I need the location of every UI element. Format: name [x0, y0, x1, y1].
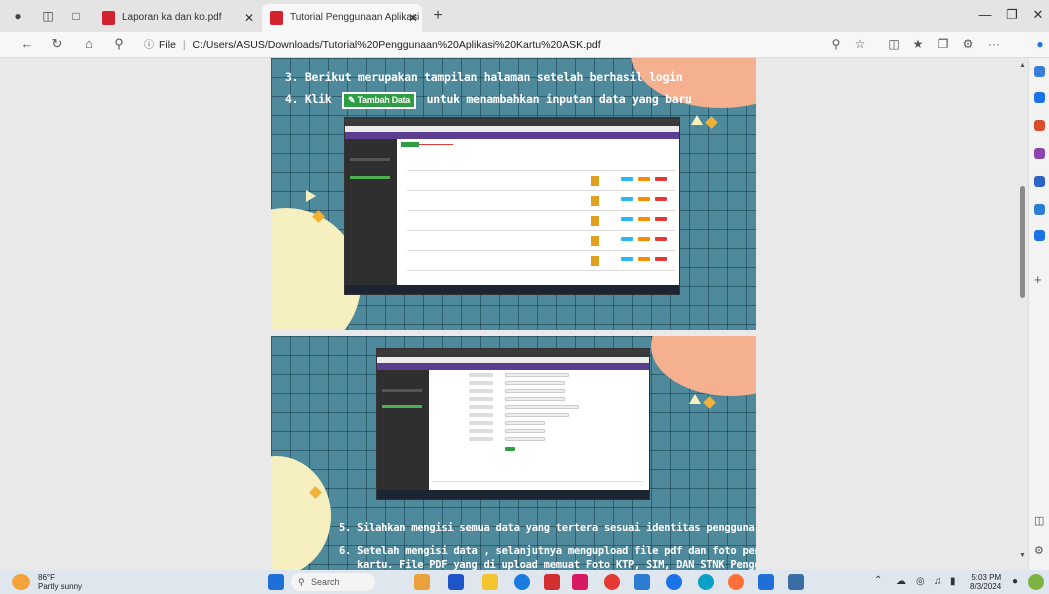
pdf-viewer[interactable]: 3. Berikut merupakan tampilan halaman se… — [0, 58, 1028, 570]
decor-blob — [651, 336, 756, 396]
workspaces-icon[interactable]: ◫ — [40, 8, 56, 24]
embedded-screenshot-table — [344, 117, 680, 295]
sidebar-panel: + ◫ ⚙ — [1028, 58, 1049, 570]
battery-icon[interactable]: ▮ — [950, 576, 956, 587]
favorites-icon[interactable]: ★ — [910, 37, 926, 51]
new-tab-button[interactable]: + — [430, 8, 446, 24]
office-icon[interactable] — [1034, 176, 1045, 187]
task-view-icon[interactable] — [448, 574, 464, 590]
restore-icon[interactable]: ❐ — [1003, 7, 1021, 23]
back-icon[interactable]: ← — [18, 36, 36, 51]
decor-shape — [705, 116, 718, 129]
tambah-data-button-image: ✎ Tambah Data — [342, 92, 416, 109]
decor-shape — [306, 190, 316, 202]
vertical-scrollbar[interactable]: ▲ ▼ — [1016, 58, 1028, 570]
address-bar: ← ↻ ⌂ ⚲ ⓘ File | C:/Users/ASUS/Downloads… — [0, 32, 1049, 58]
pdf-icon — [270, 11, 283, 25]
file-explorer-icon[interactable] — [482, 574, 498, 590]
settings-icon[interactable]: ⚙ — [1034, 544, 1044, 557]
step-6-text: 6. Setelah mengisi data , selanjutnya me… — [339, 545, 756, 557]
copilot-icon[interactable]: ● — [1032, 37, 1048, 51]
step-4-text: 4. Klik ✎ Tambah Data untuk menambahkan … — [285, 92, 692, 109]
send-icon[interactable] — [1034, 230, 1045, 241]
weather-widget[interactable]: 86°F Partly sunny — [38, 573, 82, 591]
decor-shape — [689, 394, 701, 404]
outlook-icon[interactable] — [1034, 204, 1045, 215]
browser-tab-bar: ● ◫ □ Laporan ka dan ko.pdf ✕ Tutorial P… — [0, 0, 1049, 32]
close-tab-icon[interactable]: ✕ — [408, 4, 418, 32]
shopping-icon[interactable] — [1034, 92, 1045, 103]
search-icon: ⚲ — [298, 577, 305, 587]
tab-title: Tutorial Penggunaan Aplikasi Ka — [290, 12, 422, 23]
tab-actions-icon[interactable]: □ — [68, 8, 84, 24]
copilot-taskbar-icon[interactable] — [1028, 574, 1044, 590]
step-5-text: 5. Silahkan mengisi semua data yang tert… — [339, 522, 756, 534]
url-field[interactable]: File | C:/Users/ASUS/Downloads/Tutorial%… — [147, 36, 601, 54]
edge-icon[interactable] — [514, 574, 530, 590]
decor-blob — [271, 456, 331, 570]
windows-start-icon[interactable] — [268, 574, 284, 590]
cloud-icon[interactable]: ☁ — [896, 576, 906, 587]
decor-shape — [307, 471, 317, 483]
photos-icon[interactable] — [788, 574, 804, 590]
tab-tutorial[interactable]: Tutorial Penggunaan Aplikasi Ka ✕ — [262, 4, 422, 32]
scroll-down-icon[interactable]: ▼ — [1019, 552, 1026, 559]
tab-title: Laporan ka dan ko.pdf — [122, 12, 222, 23]
app-icon[interactable] — [572, 574, 588, 590]
add-icon[interactable]: + — [1034, 272, 1042, 287]
collections-icon[interactable]: ❐ — [935, 37, 951, 51]
pdf-page-2: 5. Silahkan mengisi semua data yang tert… — [271, 336, 756, 570]
tab-laporan[interactable]: Laporan ka dan ko.pdf ✕ — [94, 4, 260, 32]
volume-icon[interactable]: ♫ — [934, 576, 942, 587]
minimize-icon[interactable]: — — [976, 7, 994, 22]
decor-shape — [703, 396, 716, 409]
notification-icon[interactable]: ● — [1012, 576, 1018, 587]
decor-shape — [691, 115, 703, 125]
search-icon[interactable]: ⚲ — [110, 36, 128, 52]
step-3-text: 3. Berikut merupakan tampilan halaman se… — [285, 70, 683, 84]
favorite-star-icon[interactable]: ☆ — [852, 37, 868, 51]
split-screen-icon[interactable]: ◫ — [886, 37, 902, 51]
chrome-icon[interactable] — [604, 574, 620, 590]
step-6-text-line2: kartu. File PDF yang di upload memuat Fo… — [357, 559, 756, 570]
home-icon[interactable]: ⌂ — [80, 36, 98, 51]
search-sidebar-icon[interactable] — [1034, 66, 1045, 77]
weather-icon[interactable] — [12, 574, 30, 590]
firefox-icon[interactable] — [728, 574, 744, 590]
chevron-up-icon[interactable]: ⌃ — [874, 575, 882, 586]
more-menu-icon[interactable]: ··· — [986, 37, 1002, 51]
mail-icon[interactable] — [634, 574, 650, 590]
zoom-icon[interactable]: ⚲ — [828, 37, 844, 51]
extensions-icon[interactable]: ⚙ — [960, 37, 976, 51]
app-icon[interactable] — [666, 574, 682, 590]
pdf-page-1: 3. Berikut merupakan tampilan halaman se… — [271, 58, 756, 330]
profile-icon[interactable]: ● — [10, 8, 26, 24]
wifi-icon[interactable]: ◎ — [916, 576, 925, 587]
scrollbar-thumb[interactable] — [1020, 186, 1025, 298]
tools-icon[interactable] — [1034, 120, 1045, 131]
app-icon[interactable] — [698, 574, 714, 590]
clock[interactable]: 5:03 PM 8/3/2024 — [970, 573, 1001, 591]
windows-taskbar: 86°F Partly sunny ⚲ Search ⌃ ☁ ◎ ♫ ▮ 5:0… — [0, 570, 1049, 594]
app-icon[interactable] — [758, 574, 774, 590]
layout-icon[interactable]: ◫ — [1034, 514, 1044, 527]
embedded-screenshot-form — [376, 348, 650, 500]
url-text: C:/Users/ASUS/Downloads/Tutorial%20Pengg… — [192, 39, 601, 51]
scroll-up-icon[interactable]: ▲ — [1019, 62, 1026, 69]
taskbar-search[interactable]: ⚲ Search — [291, 573, 375, 591]
pdf-icon — [102, 11, 115, 25]
close-window-icon[interactable]: ✕ — [1029, 7, 1047, 23]
close-tab-icon[interactable]: ✕ — [244, 4, 254, 32]
widgets-app-icon[interactable] — [414, 574, 430, 590]
pdf-app-icon[interactable] — [544, 574, 560, 590]
refresh-icon[interactable]: ↻ — [48, 36, 66, 52]
games-icon[interactable] — [1034, 148, 1045, 159]
